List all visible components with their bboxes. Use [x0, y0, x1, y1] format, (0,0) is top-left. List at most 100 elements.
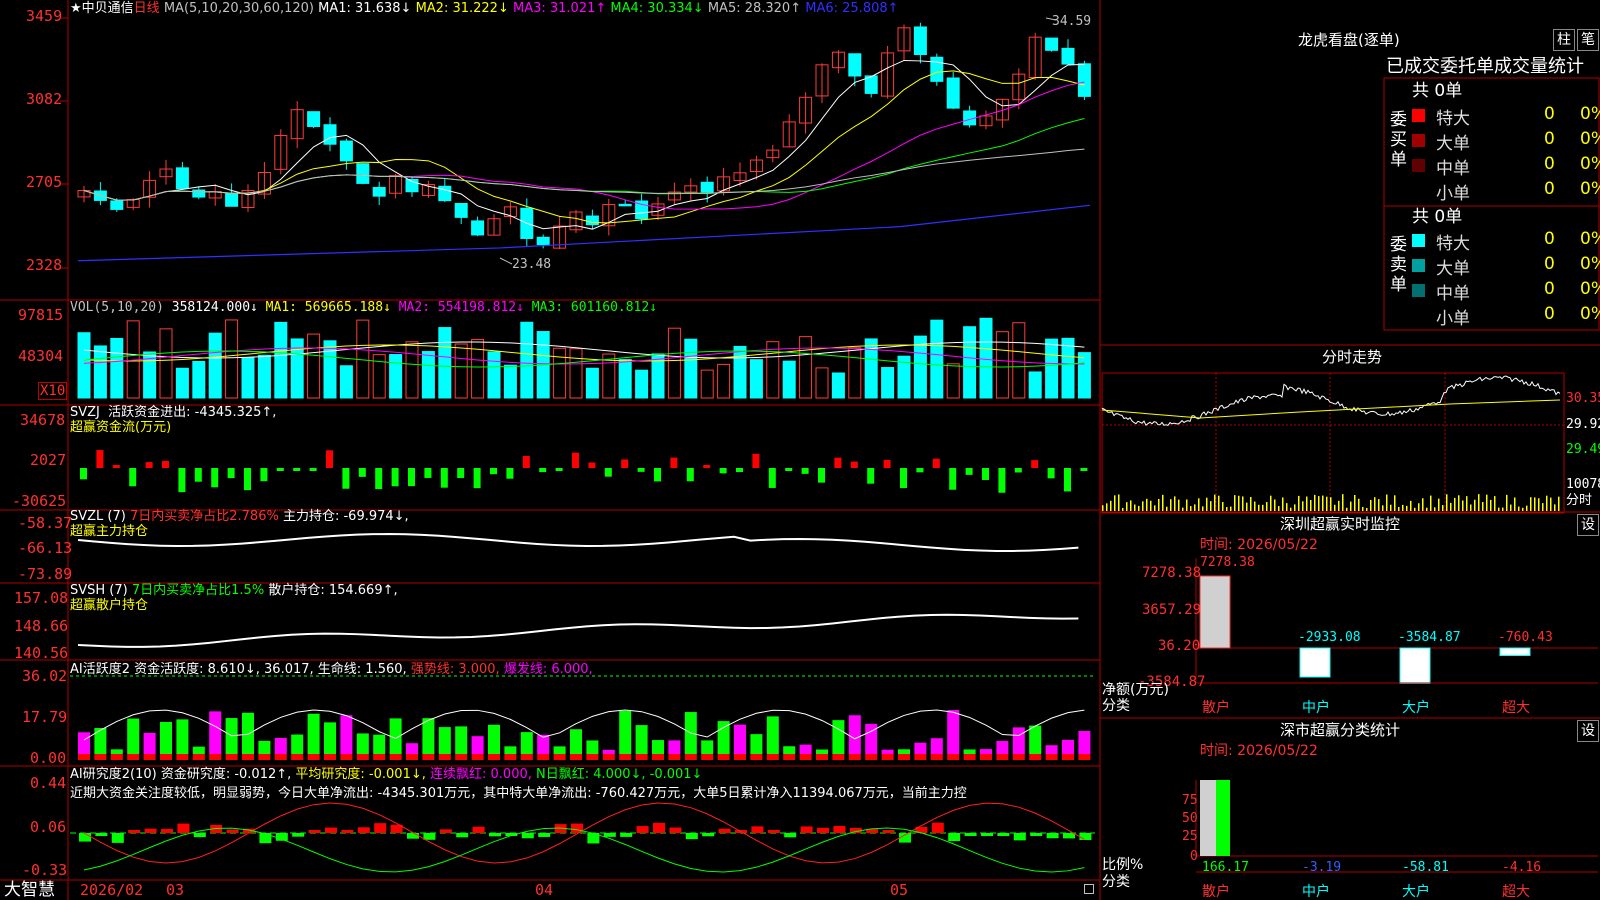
sz-stats-y-tick: 25	[1182, 829, 1198, 844]
buy-pct: 0%	[1580, 104, 1600, 124]
intraday-vol-bar	[1374, 497, 1376, 511]
tick-mode-button[interactable]: 笔	[1577, 29, 1599, 51]
research-bar	[144, 828, 157, 833]
intraday-vol-bar	[1350, 501, 1352, 511]
candle-body	[848, 53, 862, 77]
vol-ma2: MA2: 554198.812↓	[398, 300, 524, 315]
activity-base	[963, 754, 976, 760]
volume-bar	[831, 372, 845, 399]
intraday-vol-bar	[1198, 498, 1200, 511]
sz-value-label: -3584.87	[1398, 630, 1461, 645]
activity-bar	[816, 749, 828, 754]
activity-base	[209, 754, 222, 760]
money-flow-bar	[1031, 460, 1039, 468]
stock-name[interactable]: 中贝通信	[82, 1, 134, 16]
intraday-vol-bar	[1514, 497, 1516, 511]
activity-bar	[799, 744, 812, 754]
money-flow-bar	[227, 468, 235, 479]
intraday-vol-bar	[1382, 505, 1384, 511]
intraday-vol-bar	[1418, 503, 1420, 511]
money-flow-bar	[506, 468, 514, 479]
activity-base	[143, 754, 156, 760]
intraday-vol-bar	[1474, 499, 1476, 511]
activity-bar	[635, 725, 648, 754]
candle-body	[930, 56, 944, 82]
intraday-vol-bar	[1150, 500, 1152, 511]
volume-bar	[192, 360, 206, 399]
sz-monitor-settings-button[interactable]: 设	[1577, 514, 1599, 536]
activity-bar	[996, 740, 1009, 754]
svzl-y-tick: -66.13	[18, 539, 73, 557]
activity-base	[225, 754, 238, 760]
research-bar	[95, 833, 108, 836]
activity-base	[160, 754, 172, 760]
intraday-vol-bar	[1554, 504, 1556, 511]
activity-base	[734, 754, 746, 760]
activity-base	[340, 754, 353, 760]
volume-bar	[454, 343, 468, 399]
intraday-vol-bar	[1390, 504, 1392, 511]
money-flow-bar	[916, 468, 924, 473]
period-label[interactable]: 日线	[134, 1, 160, 16]
intraday-vol-bar	[1242, 496, 1244, 511]
chart-canvas[interactable]	[0, 0, 1600, 900]
intraday-vol-bar	[1502, 507, 1504, 511]
candle-body	[372, 186, 386, 197]
candle-body	[339, 140, 353, 162]
svsh-pct: 7日内买卖净占比1.5%	[131, 583, 265, 598]
intraday-vol-bar	[1298, 495, 1300, 511]
intraday-vol-bar	[1462, 500, 1464, 511]
buy-count: 0	[1544, 179, 1555, 199]
candle-body	[700, 181, 714, 193]
intraday-vol-bar	[1134, 504, 1136, 511]
svzj-name: SVZJ	[70, 405, 100, 420]
bar-mode-button[interactable]: 柱	[1553, 29, 1575, 51]
activity-base	[750, 754, 763, 760]
sz-y-tick: 3657.29	[1142, 602, 1202, 618]
activity-base	[488, 754, 500, 760]
svzj-y-tick: 2027	[30, 451, 67, 469]
vol-unit-badge: X10	[38, 382, 68, 400]
activity-bar	[766, 716, 779, 754]
sz-stats-settings-button[interactable]: 设	[1577, 720, 1599, 742]
intraday-vol-bar	[1138, 505, 1140, 511]
research-bar	[259, 833, 272, 844]
volume-bar	[389, 354, 403, 399]
research-bar	[620, 833, 633, 837]
activity-bar	[881, 749, 894, 754]
activity-bar	[340, 715, 353, 754]
money-flow-bar	[604, 468, 612, 477]
color-swatch	[1412, 109, 1425, 122]
activity-bar	[980, 749, 992, 754]
star-icon[interactable]: ★	[70, 1, 82, 16]
candle-body	[1061, 47, 1075, 65]
lock-icon[interactable]	[1084, 884, 1094, 894]
sell-row: 小单 0 0%	[1410, 304, 1600, 329]
volume-bar	[487, 351, 501, 399]
activity-base	[980, 754, 992, 760]
lhb-tab-strip[interactable]: 已成交委托单成交量统计	[1386, 56, 1600, 78]
ma-line	[83, 148, 1085, 201]
volume-bar	[963, 326, 977, 399]
activity-base	[570, 754, 582, 760]
app-logo[interactable]: 大智慧	[4, 880, 55, 900]
ma2-value: MA2: 31.222↓	[415, 1, 509, 16]
research-bar	[128, 830, 141, 833]
intraday-price-line	[1101, 375, 1561, 426]
activity-bar	[947, 710, 960, 754]
money-flow-bar	[309, 468, 317, 471]
intraday-vol-bar	[1414, 507, 1416, 511]
intraday-vol-bar	[1378, 499, 1380, 511]
activity-bar	[274, 737, 287, 754]
buy-label: 大单	[1436, 134, 1470, 154]
intraday-vol-bar	[1466, 496, 1468, 511]
color-swatch	[1412, 309, 1425, 322]
intraday-vol-bar	[1158, 498, 1160, 511]
sz-stats-time: 时间: 2026/05/22	[1200, 743, 1318, 759]
sz-stats-y-tick: 75	[1182, 793, 1198, 808]
color-swatch	[1412, 259, 1425, 272]
activity-bar	[717, 721, 730, 754]
volume-bar	[635, 369, 649, 399]
activity-base	[996, 754, 1009, 760]
money-flow-bar	[244, 468, 251, 491]
